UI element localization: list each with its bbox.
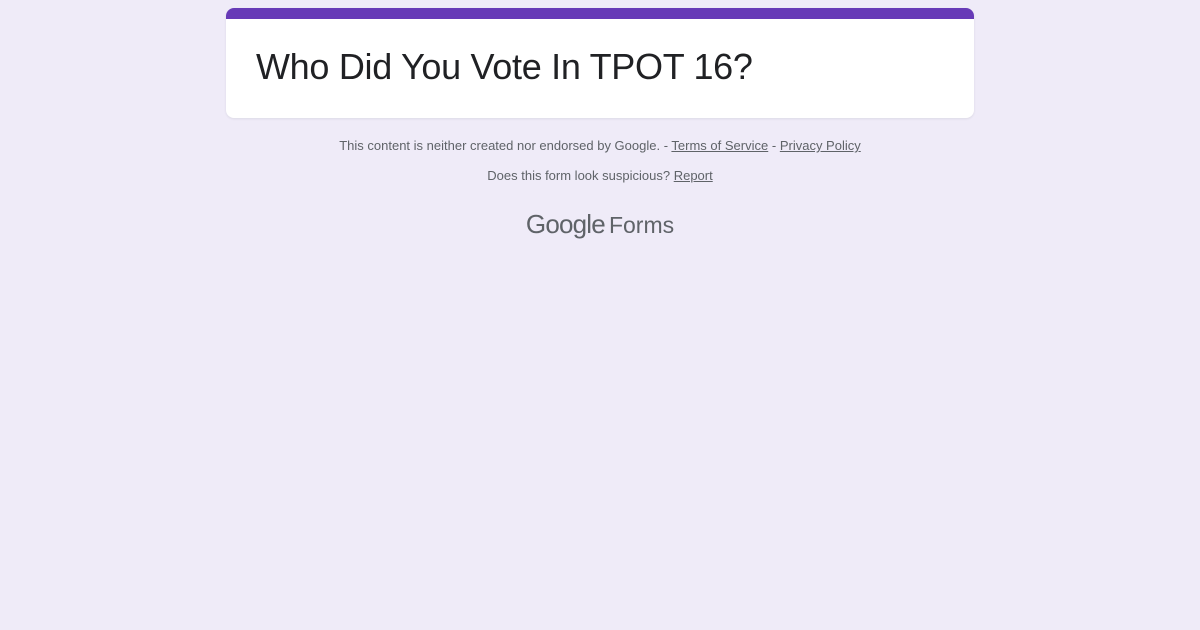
form-header-card: Who Did You Vote In TPOT 16? bbox=[226, 8, 974, 118]
google-wordmark: Google bbox=[525, 209, 606, 239]
google-disclaimer: This content is neither created nor endo… bbox=[0, 137, 1200, 155]
terms-of-service-link[interactable]: Terms of Service bbox=[671, 138, 768, 153]
disclaimer-text: This content is neither created nor endo… bbox=[339, 138, 669, 153]
report-link[interactable]: Report bbox=[674, 168, 713, 183]
google-forms-logo[interactable]: Google Forms bbox=[0, 207, 1200, 242]
report-form-row: Does this form look suspicious? Report bbox=[0, 167, 1200, 185]
footer-separator: - bbox=[771, 138, 777, 153]
privacy-policy-link[interactable]: Privacy Policy bbox=[780, 138, 861, 153]
form-page: Who Did You Vote In TPOT 16? This conten… bbox=[0, 0, 1200, 630]
forms-wordmark: Forms bbox=[608, 212, 675, 238]
form-title: Who Did You Vote In TPOT 16? bbox=[256, 46, 753, 87]
suspicious-form-text: Does this form look suspicious? bbox=[487, 168, 671, 183]
form-accent-bar bbox=[226, 8, 974, 19]
